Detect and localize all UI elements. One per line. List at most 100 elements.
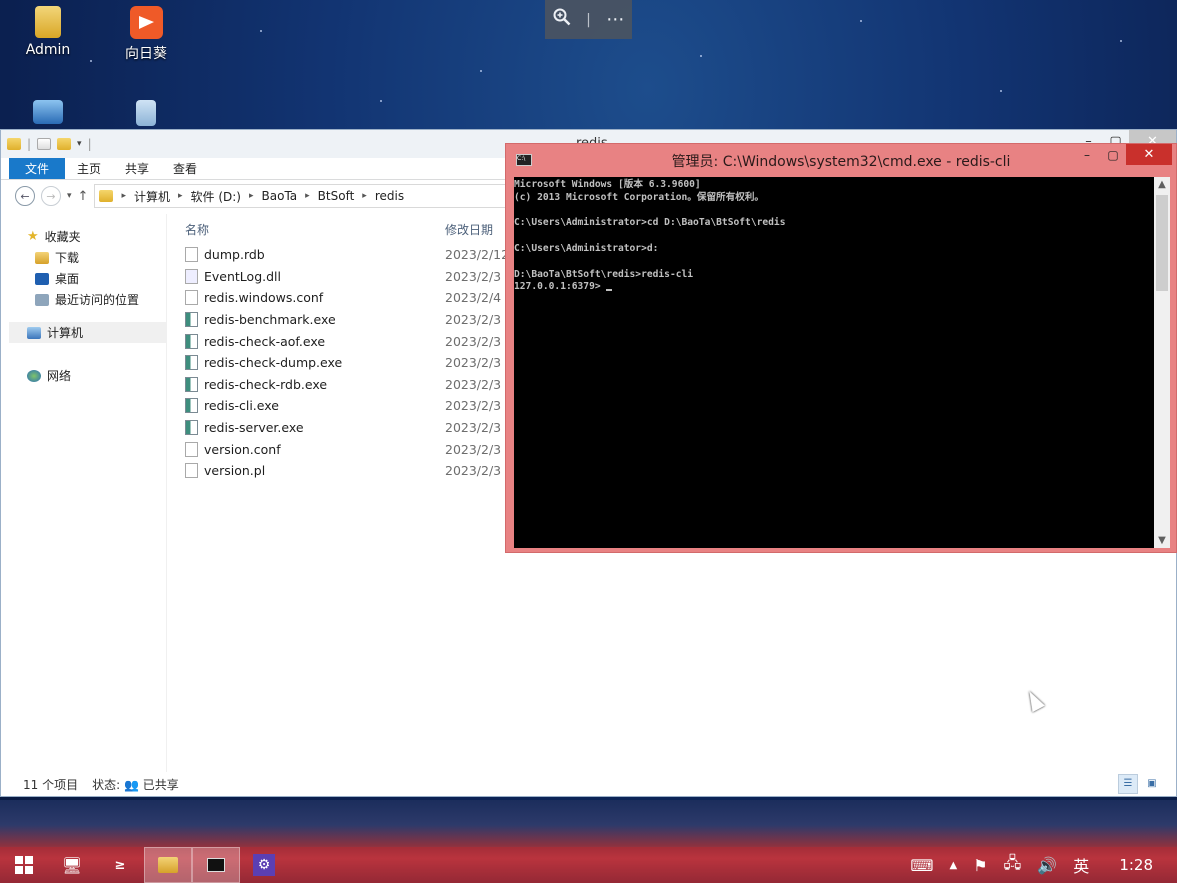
exe-file-icon bbox=[185, 355, 198, 371]
exe-file-icon bbox=[185, 398, 198, 414]
file-name: redis-check-aof.exe bbox=[185, 333, 445, 349]
nav-label: 收藏夹 bbox=[44, 230, 81, 244]
desktop-icon-admin[interactable]: Admin bbox=[13, 6, 83, 58]
show-hidden-icons-icon[interactable]: ▲ bbox=[949, 860, 957, 871]
up-icon[interactable]: ↑ bbox=[78, 189, 89, 204]
system-tray: ⌨ ▲ ⚑ 🖧 🔊 英 1:28 bbox=[910, 847, 1177, 883]
item-count: 11 个项目 bbox=[23, 777, 79, 792]
console-line: 127.0.0.1:6379> bbox=[514, 281, 1154, 294]
volume-icon[interactable]: 🔊 bbox=[1037, 856, 1057, 875]
sunlogin-app-icon bbox=[129, 6, 163, 39]
settings-taskbar-icon[interactable]: ⚙ bbox=[240, 847, 288, 883]
minimize-icon[interactable]: – bbox=[1074, 144, 1100, 165]
cmd-taskbar-icon[interactable] bbox=[192, 847, 240, 883]
details-view-icon[interactable]: ☰ bbox=[1118, 774, 1138, 794]
recycle-bin-icon bbox=[136, 100, 156, 126]
navigation-pane: ★ 收藏夹 下载 桌面 最近访问的位置 计算机 网络 bbox=[9, 214, 167, 772]
column-name[interactable]: 名称 bbox=[185, 221, 445, 238]
column-date[interactable]: 修改日期 bbox=[445, 221, 493, 238]
file-name: redis-check-rdb.exe bbox=[185, 376, 445, 392]
large-icons-view-icon[interactable]: ▣ bbox=[1142, 774, 1162, 794]
back-icon[interactable]: ← bbox=[15, 186, 35, 206]
quick-access-toolbar: | ▾ | bbox=[7, 137, 92, 151]
close-icon[interactable]: ✕ bbox=[1126, 144, 1172, 165]
nav-recent-places[interactable]: 最近访问的位置 bbox=[9, 289, 166, 310]
breadcrumb-btsoft[interactable]: BtSoft bbox=[318, 189, 355, 203]
file-name: redis-server.exe bbox=[185, 420, 445, 436]
breadcrumb-baota[interactable]: BaoTa bbox=[262, 189, 298, 203]
nav-computer[interactable]: 计算机 bbox=[9, 322, 166, 343]
star-icon: ★ bbox=[27, 229, 39, 244]
powershell-icon[interactable]: ≥ bbox=[96, 847, 144, 883]
file-icon bbox=[185, 247, 198, 263]
action-center-flag-icon[interactable]: ⚑ bbox=[973, 856, 987, 875]
breadcrumb-redis[interactable]: redis bbox=[375, 189, 404, 203]
clock[interactable]: 1:28 bbox=[1119, 856, 1153, 874]
file-name: dump.rdb bbox=[185, 247, 445, 263]
view-toggle: ☰ ▣ bbox=[1118, 774, 1162, 794]
desktop-icon-label: Admin bbox=[25, 42, 71, 58]
zoom-icon[interactable] bbox=[553, 8, 571, 31]
forward-icon[interactable]: → bbox=[41, 186, 61, 206]
file-name: redis-benchmark.exe bbox=[185, 312, 445, 328]
computer-icon bbox=[27, 326, 41, 339]
cmd-titlebar: C:\ 管理员: C:\Windows\system32\cmd.exe - r… bbox=[506, 144, 1176, 174]
file-name: version.pl bbox=[185, 463, 445, 479]
toolbar-divider: | bbox=[586, 11, 591, 28]
status-bar: 11 个项目 状态: 👥 已共享 bbox=[1, 772, 1176, 796]
desktop-icon-sunlogin[interactable]: 向日葵 bbox=[111, 6, 181, 63]
tab-view[interactable]: 查看 bbox=[161, 158, 209, 179]
console-line: (c) 2013 Microsoft Corporation。保留所有权利。 bbox=[514, 191, 765, 203]
console-output[interactable]: Microsoft Windows [版本 6.3.9600] (c) 2013 … bbox=[514, 177, 1154, 548]
recent-places-icon bbox=[35, 293, 49, 306]
nav-favorites[interactable]: ★ 收藏夹 bbox=[9, 226, 166, 247]
network-tray-icon[interactable]: 🖧 bbox=[1004, 852, 1022, 879]
start-icon[interactable] bbox=[0, 847, 48, 883]
properties-icon[interactable] bbox=[37, 138, 52, 150]
exe-file-icon bbox=[185, 333, 198, 349]
nav-desktop[interactable]: 桌面 bbox=[9, 268, 166, 289]
nav-label: 网络 bbox=[47, 369, 72, 383]
maximize-icon[interactable]: ▢ bbox=[1100, 144, 1126, 165]
console-line: C:\Users\Administrator>d: bbox=[514, 242, 659, 254]
file-explorer-taskbar-icon[interactable] bbox=[144, 847, 192, 883]
nav-label: 最近访问的位置 bbox=[55, 293, 140, 307]
taskbar-area: 🖥 ≥ ⚙ ⌨ ▲ ⚑ 🖧 🔊 英 1:28 bbox=[0, 800, 1177, 883]
share-state: 状态: 👥 已共享 bbox=[92, 777, 179, 792]
customize-qat-icon[interactable]: ▾ bbox=[77, 139, 82, 149]
breadcrumb-drive[interactable]: 软件 (D:) bbox=[191, 188, 241, 205]
server-manager-icon[interactable]: 🖥 bbox=[48, 847, 96, 883]
desktop-icon-recycle-bin[interactable] bbox=[111, 100, 181, 130]
recent-locations-icon[interactable]: ▾ bbox=[67, 191, 72, 201]
tab-home[interactable]: 主页 bbox=[65, 158, 113, 179]
exe-file-icon bbox=[185, 420, 198, 436]
file-name: EventLog.dll bbox=[185, 268, 445, 284]
console-line: Microsoft Windows [版本 6.3.9600] bbox=[514, 179, 701, 190]
tab-file[interactable]: 文件 bbox=[9, 158, 66, 179]
nav-downloads[interactable]: 下载 bbox=[9, 247, 166, 268]
keyboard-icon[interactable]: ⌨ bbox=[910, 856, 933, 875]
nav-network[interactable]: 网络 bbox=[9, 365, 166, 386]
breadcrumb-computer[interactable]: 计算机 bbox=[134, 188, 170, 205]
scroll-thumb[interactable] bbox=[1156, 195, 1168, 291]
scroll-down-icon[interactable]: ▼ bbox=[1154, 535, 1170, 546]
new-folder-icon[interactable] bbox=[57, 138, 72, 150]
remote-control-toolbar: | ⋯ bbox=[545, 0, 632, 39]
scroll-up-icon[interactable]: ▲ bbox=[1154, 179, 1170, 190]
nav-label: 桌面 bbox=[55, 272, 80, 286]
more-options-icon[interactable]: ⋯ bbox=[606, 9, 624, 30]
console-scrollbar[interactable]: ▲ ▼ bbox=[1154, 177, 1170, 548]
tab-share[interactable]: 共享 bbox=[113, 158, 161, 179]
text-cursor bbox=[606, 289, 613, 292]
file-name: redis.windows.conf bbox=[185, 290, 445, 306]
ime-indicator[interactable]: 英 bbox=[1073, 853, 1089, 877]
file-icon bbox=[185, 441, 198, 457]
folder-icon bbox=[7, 138, 21, 150]
nav-label: 计算机 bbox=[47, 326, 84, 340]
downloads-icon bbox=[35, 251, 49, 264]
user-folder-icon bbox=[35, 6, 61, 38]
file-icon bbox=[185, 463, 198, 479]
desktop-icon-computer[interactable] bbox=[13, 100, 83, 128]
